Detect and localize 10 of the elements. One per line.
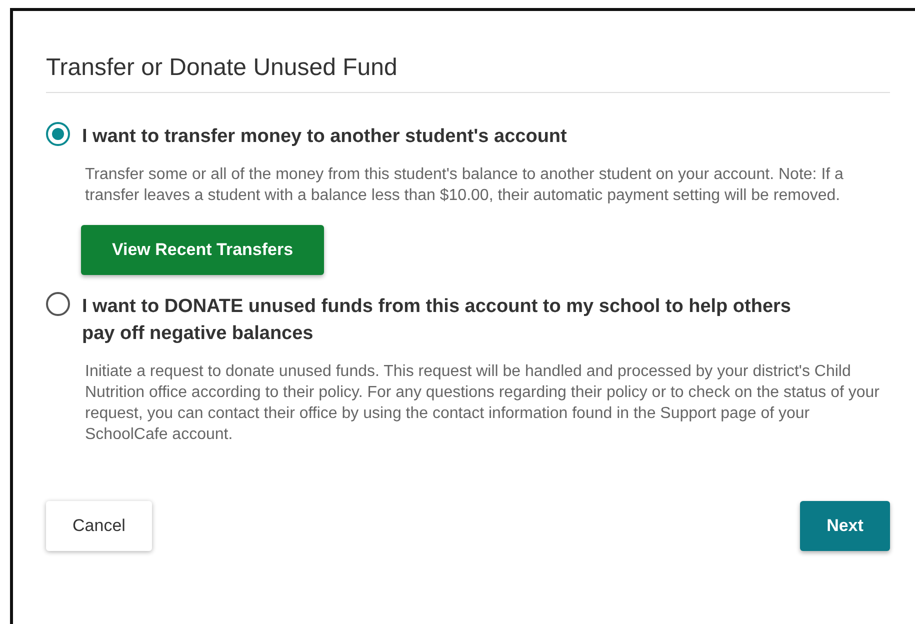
option-label: I want to transfer money to another student's account xyxy=(82,125,567,149)
radio-button[interactable] xyxy=(46,122,70,146)
cancel-button[interactable]: Cancel xyxy=(46,501,152,551)
option-description: Initiate a request to donate unused funds. This request will be handled and processed by your district's Child Nutrition office according to their policy. For any questions regarding their policy or to check on the status of your request, you can contact their office by using the contact information found in the Support page of your SchoolCafe account. xyxy=(85,362,880,445)
next-button[interactable]: Next xyxy=(800,501,890,551)
option-label: I want to DONATE unused funds from this account to my school to help others pay off negative balances xyxy=(82,295,792,346)
dialog-title: Transfer or Donate Unused Fund xyxy=(46,53,398,83)
radio-button[interactable] xyxy=(46,292,70,316)
view-transfers-button[interactable]: View Recent Transfers xyxy=(81,225,324,275)
option-description: Transfer some or all of the money from this student's balance to another student on your account. Note: If a transfer leaves a student with a balance less than $10.00, their automatic payment setting will be removed. xyxy=(85,165,844,206)
